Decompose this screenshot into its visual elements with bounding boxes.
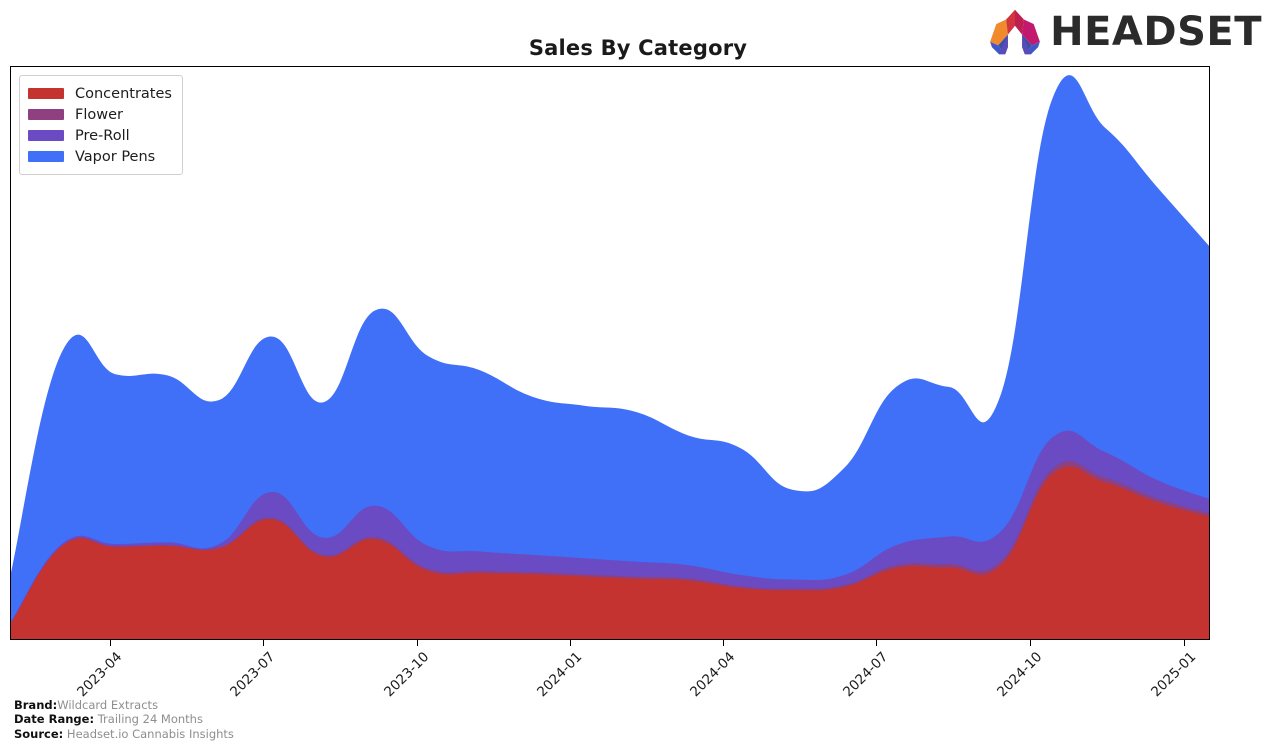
legend-item-concentrates[interactable]: Concentrates: [28, 83, 172, 104]
footer-row-brand: Brand:Wildcard Extracts: [14, 698, 234, 713]
footer-label-date-range: Date Range:: [14, 712, 95, 726]
footer-value-source: Headset.io Cannabis Insights: [66, 726, 234, 741]
x-axis-tick-label: 2024-07: [840, 649, 892, 701]
footer-row-source: Source: Headset.io Cannabis Insights: [14, 727, 234, 742]
chart-footer: Brand:Wildcard Extracts Date Range: Trai…: [14, 698, 234, 742]
x-axis-tick: [1030, 640, 1031, 646]
chart-legend[interactable]: Concentrates Flower Pre-Roll Vapor Pens: [19, 75, 183, 175]
legend-item-label: Concentrates: [75, 85, 172, 102]
legend-item-label: Flower: [75, 106, 123, 123]
headset-arch-icon: [990, 9, 1040, 55]
footer-value-date-range: Trailing 24 Months: [97, 712, 203, 726]
chart-page: Sales By Category HEADSET Concentrates Fl…: [0, 0, 1276, 747]
x-axis-tick: [263, 640, 265, 646]
footer-row-date-range: Date Range: Trailing 24 Months: [14, 712, 234, 727]
x-axis-tick-label: 2024-10: [994, 649, 1046, 701]
legend-swatch-icon: [28, 88, 64, 99]
stacked-area-chart: [11, 75, 1209, 639]
headset-logo: HEADSET: [988, 8, 1262, 56]
x-axis-tick-label: 2025-01: [1147, 649, 1199, 701]
x-axis-tick: [876, 640, 878, 646]
x-axis-tick-label: 2024-01: [534, 649, 586, 701]
legend-swatch-icon: [28, 130, 64, 141]
legend-item-pre-roll[interactable]: Pre-Roll: [28, 125, 172, 146]
legend-item-vapor-pens[interactable]: Vapor Pens: [28, 146, 172, 167]
footer-label-brand: Brand:: [14, 697, 58, 712]
legend-item-label: Pre-Roll: [75, 127, 130, 144]
x-axis-tick: [1183, 640, 1185, 646]
x-axis-tick: [416, 640, 418, 646]
footer-label-source: Source:: [14, 726, 64, 741]
legend-swatch-icon: [28, 151, 64, 162]
legend-item-flower[interactable]: Flower: [28, 104, 172, 125]
x-axis-tick-label: 2023-07: [227, 649, 279, 701]
x-axis-tick: [109, 640, 111, 646]
x-axis-tick: [722, 640, 724, 646]
x-axis-tick-label: 2023-10: [380, 649, 433, 701]
x-axis-tick-label: 2023-04: [73, 649, 125, 701]
x-axis-tick: [570, 640, 572, 646]
plot-area: Concentrates Flower Pre-Roll Vapor Pens: [10, 66, 1210, 640]
legend-item-label: Vapor Pens: [75, 148, 156, 165]
headset-wordmark: HEADSET: [1050, 9, 1262, 55]
legend-swatch-icon: [28, 109, 64, 120]
x-axis-tick-label: 2024-04: [686, 649, 739, 701]
footer-value-brand: Wildcard Extracts: [57, 697, 159, 712]
